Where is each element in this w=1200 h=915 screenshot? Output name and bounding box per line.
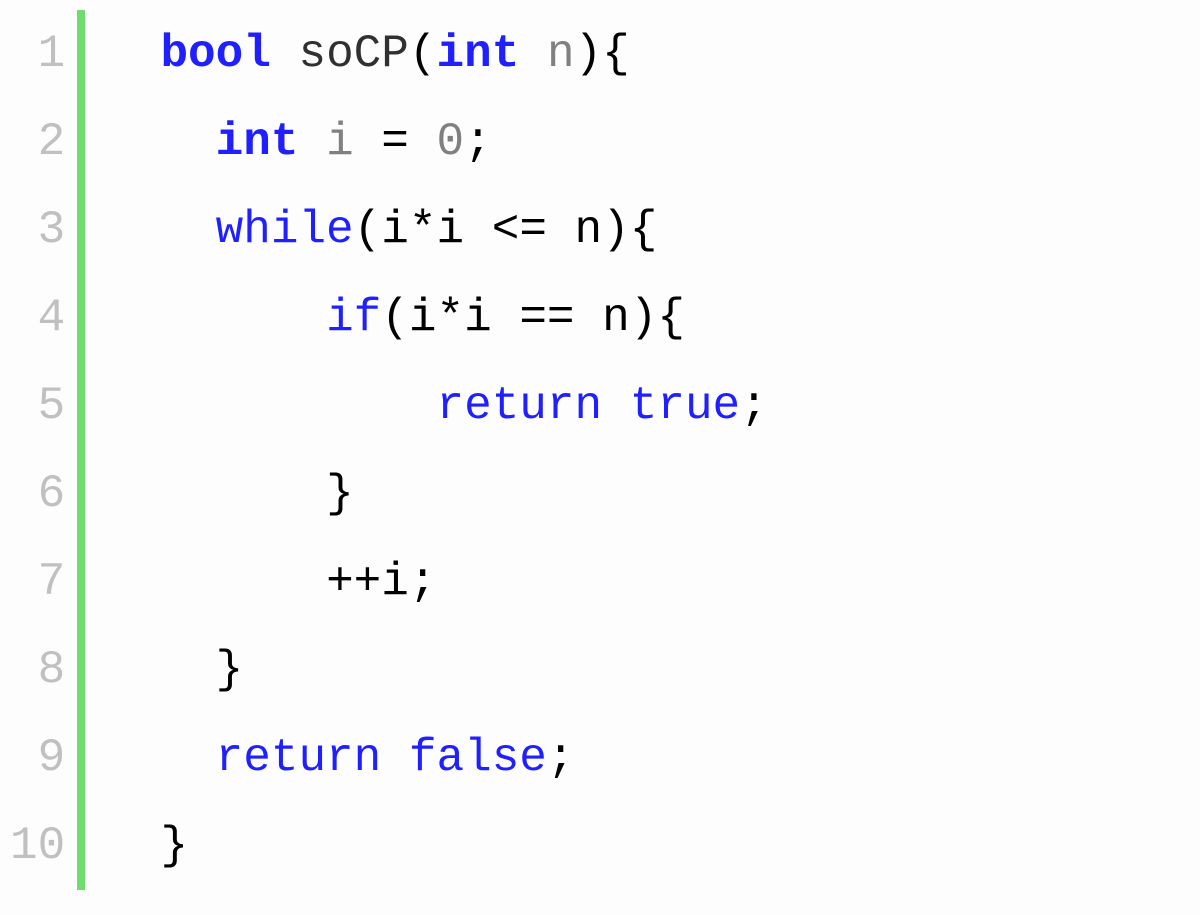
keyword-true: true (630, 380, 740, 432)
line-number: 4 (38, 274, 66, 362)
keyword-false: false (409, 732, 547, 784)
code-line-2: int i = 0; (105, 98, 768, 186)
line-number: 6 (38, 450, 66, 538)
line-number: 8 (38, 626, 66, 714)
keyword-bool: bool (160, 28, 270, 80)
code-line-8: } (105, 626, 768, 714)
code-line-9: return false; (105, 714, 768, 802)
code-area: bool soCP(int n){ int i = 0; while(i*i <… (105, 10, 768, 890)
keyword-int: int (437, 28, 520, 80)
code-line-4: if(i*i == n){ (105, 274, 768, 362)
keyword-return: return (436, 380, 602, 432)
line-number: 5 (38, 362, 66, 450)
code-line-3: while(i*i <= n){ (105, 186, 768, 274)
gutter-divider (77, 10, 85, 890)
keyword-int: int (216, 116, 299, 168)
keyword-while: while (216, 204, 354, 256)
line-number-gutter: 1 2 3 4 5 6 7 8 9 10 (0, 10, 77, 890)
code-line-10: } (105, 802, 768, 890)
code-line-5: return true; (105, 362, 768, 450)
function-name: soCP (298, 28, 408, 80)
line-number: 10 (10, 802, 65, 890)
line-number: 9 (38, 714, 66, 802)
line-number: 2 (38, 98, 66, 186)
code-line-7: ++i; (105, 538, 768, 626)
line-number: 3 (38, 186, 66, 274)
keyword-if: if (326, 292, 381, 344)
line-number: 7 (38, 538, 66, 626)
code-line-6: } (105, 450, 768, 538)
keyword-return: return (216, 732, 382, 784)
code-line-1: bool soCP(int n){ (105, 10, 768, 98)
line-number: 1 (38, 10, 66, 98)
